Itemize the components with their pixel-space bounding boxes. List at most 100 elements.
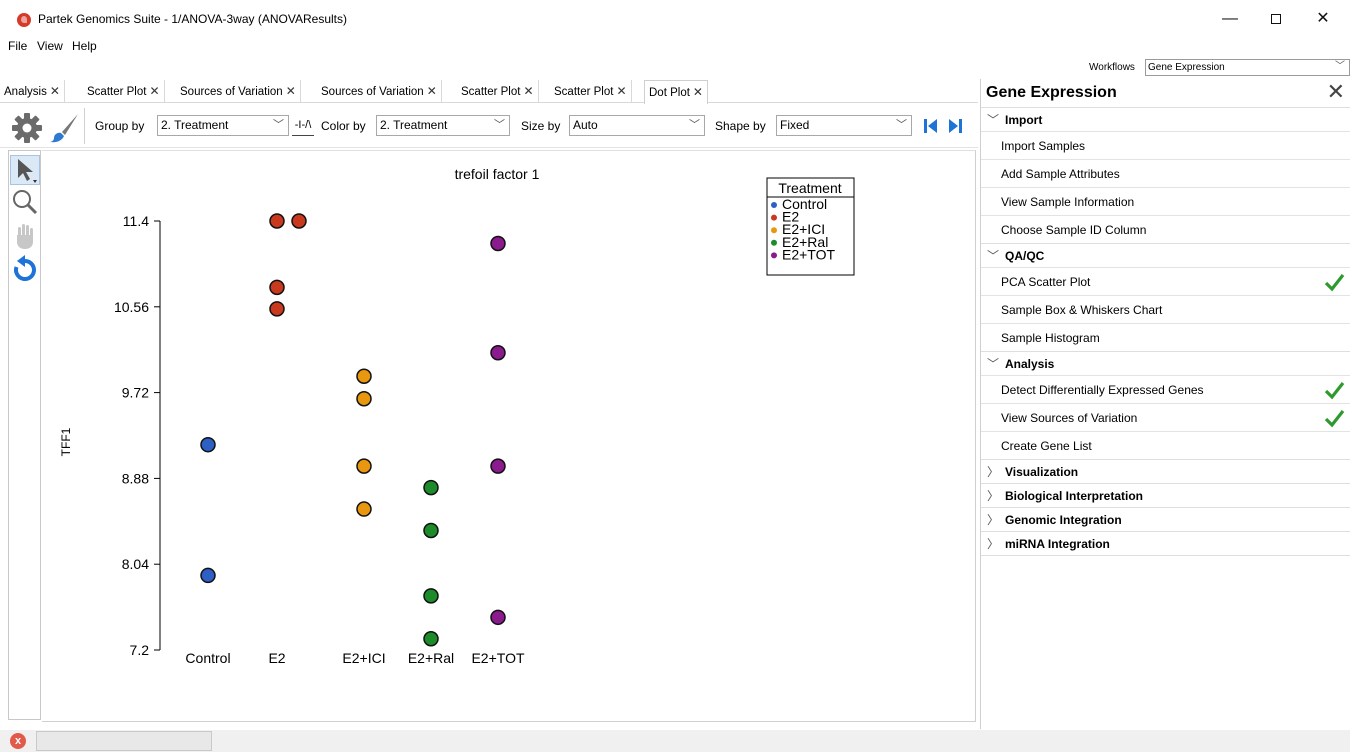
select-tool[interactable] [10,155,40,185]
workflow-section-title: miRNA Integration [1005,537,1110,551]
error-status-icon[interactable]: x [10,733,26,749]
data-point[interactable] [423,522,439,539]
chevron-right-icon[interactable]: 〉 [987,511,999,528]
color-by-dropdown[interactable]: 2. Treatment ﹀ [376,115,510,136]
chevron-right-icon[interactable]: 〉 [987,487,999,504]
flip-axes-button[interactable]: -I-/\ [292,115,314,136]
tab-scatter-plot[interactable]: Scatter Plot ✕ [83,80,165,102]
workflow-step[interactable]: Detect Differentially Expressed Genes [981,375,1350,403]
data-point[interactable] [200,436,216,453]
workflow-step[interactable]: View Sample Information [981,187,1350,215]
workflow-step-label: Detect Differentially Expressed Genes [1001,383,1204,397]
close-icon[interactable]: ✕ [1327,80,1345,104]
workflow-step[interactable]: Import Samples [981,131,1350,159]
data-point[interactable] [490,235,506,252]
workflow-section-title: Visualization [1005,465,1079,479]
data-point[interactable] [423,631,439,647]
data-point[interactable] [269,213,285,229]
workflow-section-header[interactable]: 〉 Genomic Integration [981,507,1350,531]
dot-plot-chart[interactable]: trefoil factor 1 TFF1 11.4 10.56 9.72 8.88 8… [42,151,976,723]
chevron-down-icon[interactable]: ﹀ [987,355,999,372]
data-point[interactable] [269,279,285,296]
data-point[interactable] [269,301,285,317]
close-icon[interactable]: ✕ [50,84,60,98]
workflow-step[interactable]: Sample Box & Whiskers Chart [981,295,1350,323]
chevron-down-icon: ﹀ [273,119,284,131]
data-point[interactable] [356,501,372,517]
workflows-label: Workflows [1089,62,1135,73]
workflow-section-header[interactable]: 〉 Visualization [981,459,1350,483]
data-point[interactable] [356,368,372,385]
workflow-step[interactable]: Add Sample Attributes [981,159,1350,187]
workflow-step[interactable]: View Sources of Variation [981,403,1350,431]
data-point[interactable] [423,479,439,496]
x-tick-label: E2+TOT [471,650,524,666]
workflow-panel-title: Gene Expression [986,84,1117,101]
data-point[interactable] [490,458,506,474]
maximize-button[interactable] [1253,4,1299,34]
workflow-section-header[interactable]: ﹀ QA/QC [981,243,1350,267]
workflow-step-label: Add Sample Attributes [1001,167,1120,181]
workflow-section-header[interactable]: 〉 Biological Interpretation [981,483,1350,507]
close-icon[interactable]: ✕ [149,84,159,98]
tab-dot-plot[interactable]: Dot Plot ✕ [644,80,708,104]
close-icon[interactable]: ✕ [693,85,703,99]
workflow-section-title: QA/QC [1005,249,1045,263]
toolbar-separator [84,108,85,144]
data-point[interactable] [356,390,372,407]
chevron-right-icon[interactable]: 〉 [987,535,999,552]
data-point[interactable] [291,213,307,229]
workflow-step[interactable]: Create Gene List [981,431,1350,459]
minimize-button[interactable]: — [1207,4,1253,34]
workflow-panel: Gene Expression ✕ ﹀ Import Import Samples A… [980,79,1350,729]
pointer-icon [18,159,37,183]
close-icon[interactable]: ✕ [286,84,296,98]
data-point[interactable] [423,588,439,604]
chevron-down-icon[interactable]: ﹀ [987,111,999,128]
group-by-label: Group by [95,119,145,133]
workflow-step[interactable]: PCA Scatter Plot [981,267,1350,295]
pan-tool[interactable] [10,221,40,251]
close-window-button[interactable]: ✕ [1300,4,1346,34]
menu-help[interactable]: Help [72,39,97,53]
workflow-section-header[interactable]: ﹀ Import [981,107,1350,131]
menu-file[interactable]: File [8,39,27,53]
skip-first-icon[interactable] [922,118,938,134]
workflow-section-header[interactable]: ﹀ Analysis [981,351,1350,375]
skip-last-icon[interactable] [948,118,964,134]
workflows-dropdown[interactable]: Gene Expression ﹀ [1145,59,1350,76]
workflow-step[interactable]: Choose Sample ID Column [981,215,1350,243]
data-point[interactable] [200,567,216,584]
y-axis-label: TFF1 [59,427,73,456]
legend-title: Treatment [778,180,841,196]
chevron-down-icon[interactable]: ﹀ [987,247,999,264]
close-icon[interactable]: ✕ [616,84,626,98]
menu-view[interactable]: View [37,39,63,53]
shape-by-dropdown[interactable]: Fixed ﹀ [776,115,912,136]
tab-sources-of-variation-2[interactable]: Sources of Variation ✕ [317,80,442,102]
maximize-icon [1271,13,1281,24]
size-by-dropdown[interactable]: Auto ﹀ [569,115,705,136]
status-message-field [36,731,212,751]
tab-scatter-plot-2[interactable]: Scatter Plot ✕ [457,80,539,102]
chevron-right-icon[interactable]: 〉 [987,463,999,480]
workflow-step[interactable]: Sample Histogram [981,323,1350,351]
tab-analysis[interactable]: Analysis ✕ [0,80,65,102]
data-point[interactable] [356,458,372,474]
x-tick-label: E2+Ral [408,650,454,666]
dot-plot-area[interactable]: trefoil factor 1 TFF1 11.4 10.56 9.72 8.88 8… [42,150,976,722]
workflow-section-header[interactable]: 〉 miRNA Integration [981,531,1350,555]
tab-label: Dot Plot [649,87,690,99]
zoom-tool[interactable] [10,187,40,217]
workflow-step-label: View Sources of Variation [1001,411,1138,425]
paintbrush-icon[interactable] [48,112,80,144]
gear-icon[interactable] [10,111,44,145]
data-point[interactable] [490,609,506,626]
group-by-dropdown[interactable]: 2. Treatment ﹀ [157,115,289,136]
close-icon[interactable]: ✕ [523,84,533,98]
reset-tool[interactable] [10,255,40,285]
tab-sources-of-variation[interactable]: Sources of Variation ✕ [176,80,301,102]
close-icon[interactable]: ✕ [427,84,437,98]
data-point[interactable] [490,345,506,361]
tab-scatter-plot-3[interactable]: Scatter Plot ✕ [550,80,632,102]
